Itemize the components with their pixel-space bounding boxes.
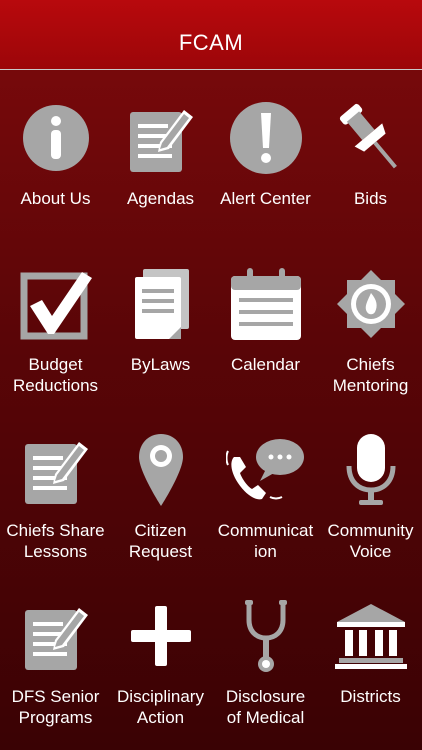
tile-label: Districts [340,687,401,706]
phone-chat-icon [213,430,318,510]
calendar-icon [213,264,318,344]
tile-label: Chiefs Mentoring [332,355,409,395]
plus-icon [108,596,213,676]
tile-label: Disclosure of Medical [225,687,306,727]
tile-calendar[interactable]: Calendar [213,236,318,402]
menu-grid: About Us Agendas Alert Center Bids Budge… [0,70,422,750]
programs-icon [3,596,108,676]
tile-label: Calendar [231,355,300,374]
tile-about-us[interactable]: About Us [3,70,108,236]
tile-districts[interactable]: Districts [318,568,422,734]
tile-label: Bids [353,189,388,208]
app-header: FCAM [0,0,422,70]
checkbox-icon [3,264,108,344]
microphone-icon [318,430,422,510]
tile-label: Alert Center [220,189,311,208]
tile-disclosure-of-medical[interactable]: Disclosure of Medical [213,568,318,734]
agenda-icon [108,98,213,178]
map-pin-icon [108,430,213,510]
tile-agendas[interactable]: Agendas [108,70,213,236]
stethoscope-icon [213,596,318,676]
tile-communication[interactable]: Communicat ion [213,402,318,568]
page-title: FCAM [178,30,244,55]
tile-label: Budget Reductions [12,355,99,395]
alert-icon [213,98,318,178]
tile-bylaws[interactable]: ByLaws [108,236,213,402]
tile-label: Community Voice [327,521,414,561]
building-icon [318,596,422,676]
tile-chiefs-share-lessons[interactable]: Chiefs Share Lessons [3,402,108,568]
pushpin-icon [318,98,422,178]
tile-label: Agendas [126,189,195,208]
tile-label: About Us [20,189,91,208]
documents-icon [108,264,213,344]
tile-community-voice[interactable]: Community Voice [318,402,422,568]
tile-disciplinary-action[interactable]: Disciplinary Action [108,568,213,734]
tile-dfs-senior-programs[interactable]: DFS Senior Programs [3,568,108,734]
fire-badge-icon [318,264,422,344]
tile-label: Communicat ion [217,521,314,561]
tile-label: Chiefs Share Lessons [6,521,105,561]
tile-label: Disciplinary Action [117,687,204,727]
tile-citizen-request[interactable]: Citizen Request [108,402,213,568]
tile-label: DFS Senior Programs [11,687,100,727]
tile-label: Citizen Request [128,521,193,561]
tile-bids[interactable]: Bids [318,70,422,236]
tile-alert-center[interactable]: Alert Center [213,70,318,236]
tile-chiefs-mentoring[interactable]: Chiefs Mentoring [318,236,422,402]
info-icon [3,98,108,178]
tile-budget-reductions[interactable]: Budget Reductions [3,236,108,402]
tile-label: ByLaws [130,355,191,374]
share-notes-icon [3,430,108,510]
